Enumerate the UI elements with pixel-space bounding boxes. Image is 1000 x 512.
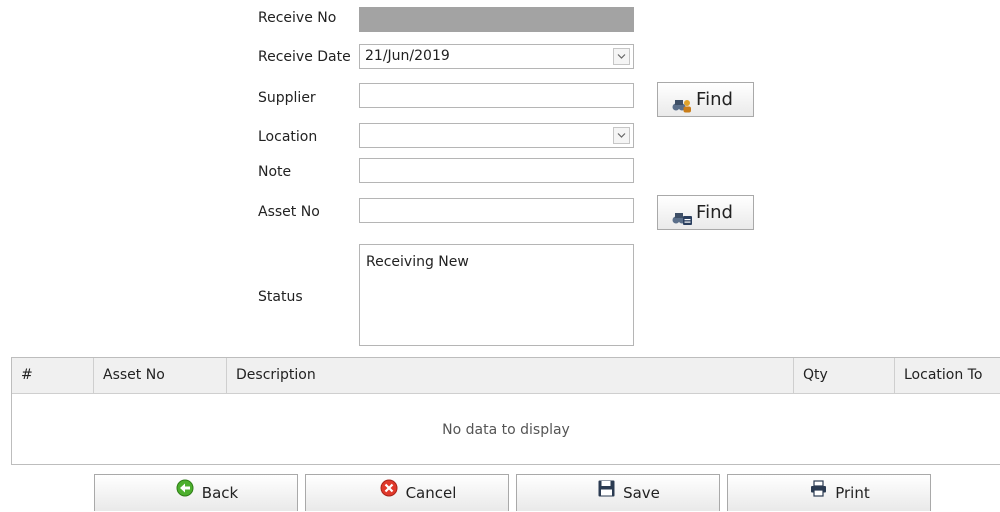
- floppy-disk-icon: [598, 474, 615, 511]
- cancel-button[interactable]: Cancel: [305, 474, 509, 511]
- receive-date-dropdown-button[interactable]: [613, 48, 630, 65]
- back-arrow-icon: [176, 474, 194, 511]
- items-grid: # Asset No Description Qty Location To N…: [11, 357, 1000, 465]
- column-header-qty[interactable]: Qty: [794, 358, 895, 393]
- column-header-number[interactable]: #: [12, 358, 94, 393]
- receive-no-field: [359, 7, 634, 32]
- chevron-down-icon: [617, 54, 626, 59]
- supplier-label: Supplier: [258, 90, 316, 106]
- binoculars-id-icon: [672, 204, 692, 237]
- print-button[interactable]: Print: [727, 474, 931, 511]
- supplier-find-label: Find: [696, 89, 733, 110]
- location-dropdown-button[interactable]: [613, 127, 630, 144]
- asset-find-button[interactable]: Find: [657, 195, 754, 230]
- binoculars-person-icon: [672, 91, 692, 124]
- location-label: Location: [258, 129, 318, 145]
- cancel-x-icon: [380, 474, 398, 511]
- grid-empty-message: No data to display: [442, 422, 570, 438]
- receive-date-label: Receive Date: [258, 49, 351, 65]
- asset-no-label: Asset No: [258, 204, 320, 220]
- receive-no-label: Receive No: [258, 10, 337, 26]
- print-label: Print: [835, 484, 870, 502]
- cancel-label: Cancel: [405, 484, 457, 502]
- column-header-location-to[interactable]: Location To: [895, 358, 1000, 393]
- receive-date-value: 21/Jun/2019: [365, 48, 450, 64]
- printer-icon: [810, 474, 827, 511]
- receive-date-combo[interactable]: 21/Jun/2019: [359, 44, 634, 69]
- save-label: Save: [623, 484, 660, 502]
- status-label: Status: [258, 289, 303, 305]
- back-label: Back: [201, 484, 239, 502]
- column-header-asset-no[interactable]: Asset No: [94, 358, 227, 393]
- asset-find-label: Find: [696, 202, 733, 223]
- save-button[interactable]: Save: [516, 474, 720, 511]
- grid-header: # Asset No Description Qty Location To: [12, 358, 1000, 394]
- asset-no-field[interactable]: [359, 198, 634, 223]
- chevron-down-icon: [617, 133, 626, 138]
- back-button[interactable]: Back: [94, 474, 298, 511]
- note-label: Note: [258, 164, 292, 180]
- location-combo[interactable]: [359, 123, 634, 148]
- note-field[interactable]: [359, 158, 634, 183]
- supplier-find-button[interactable]: Find: [657, 82, 754, 117]
- supplier-field[interactable]: [359, 83, 634, 108]
- status-memo[interactable]: Receiving New: [359, 244, 634, 346]
- column-header-description[interactable]: Description: [227, 358, 794, 393]
